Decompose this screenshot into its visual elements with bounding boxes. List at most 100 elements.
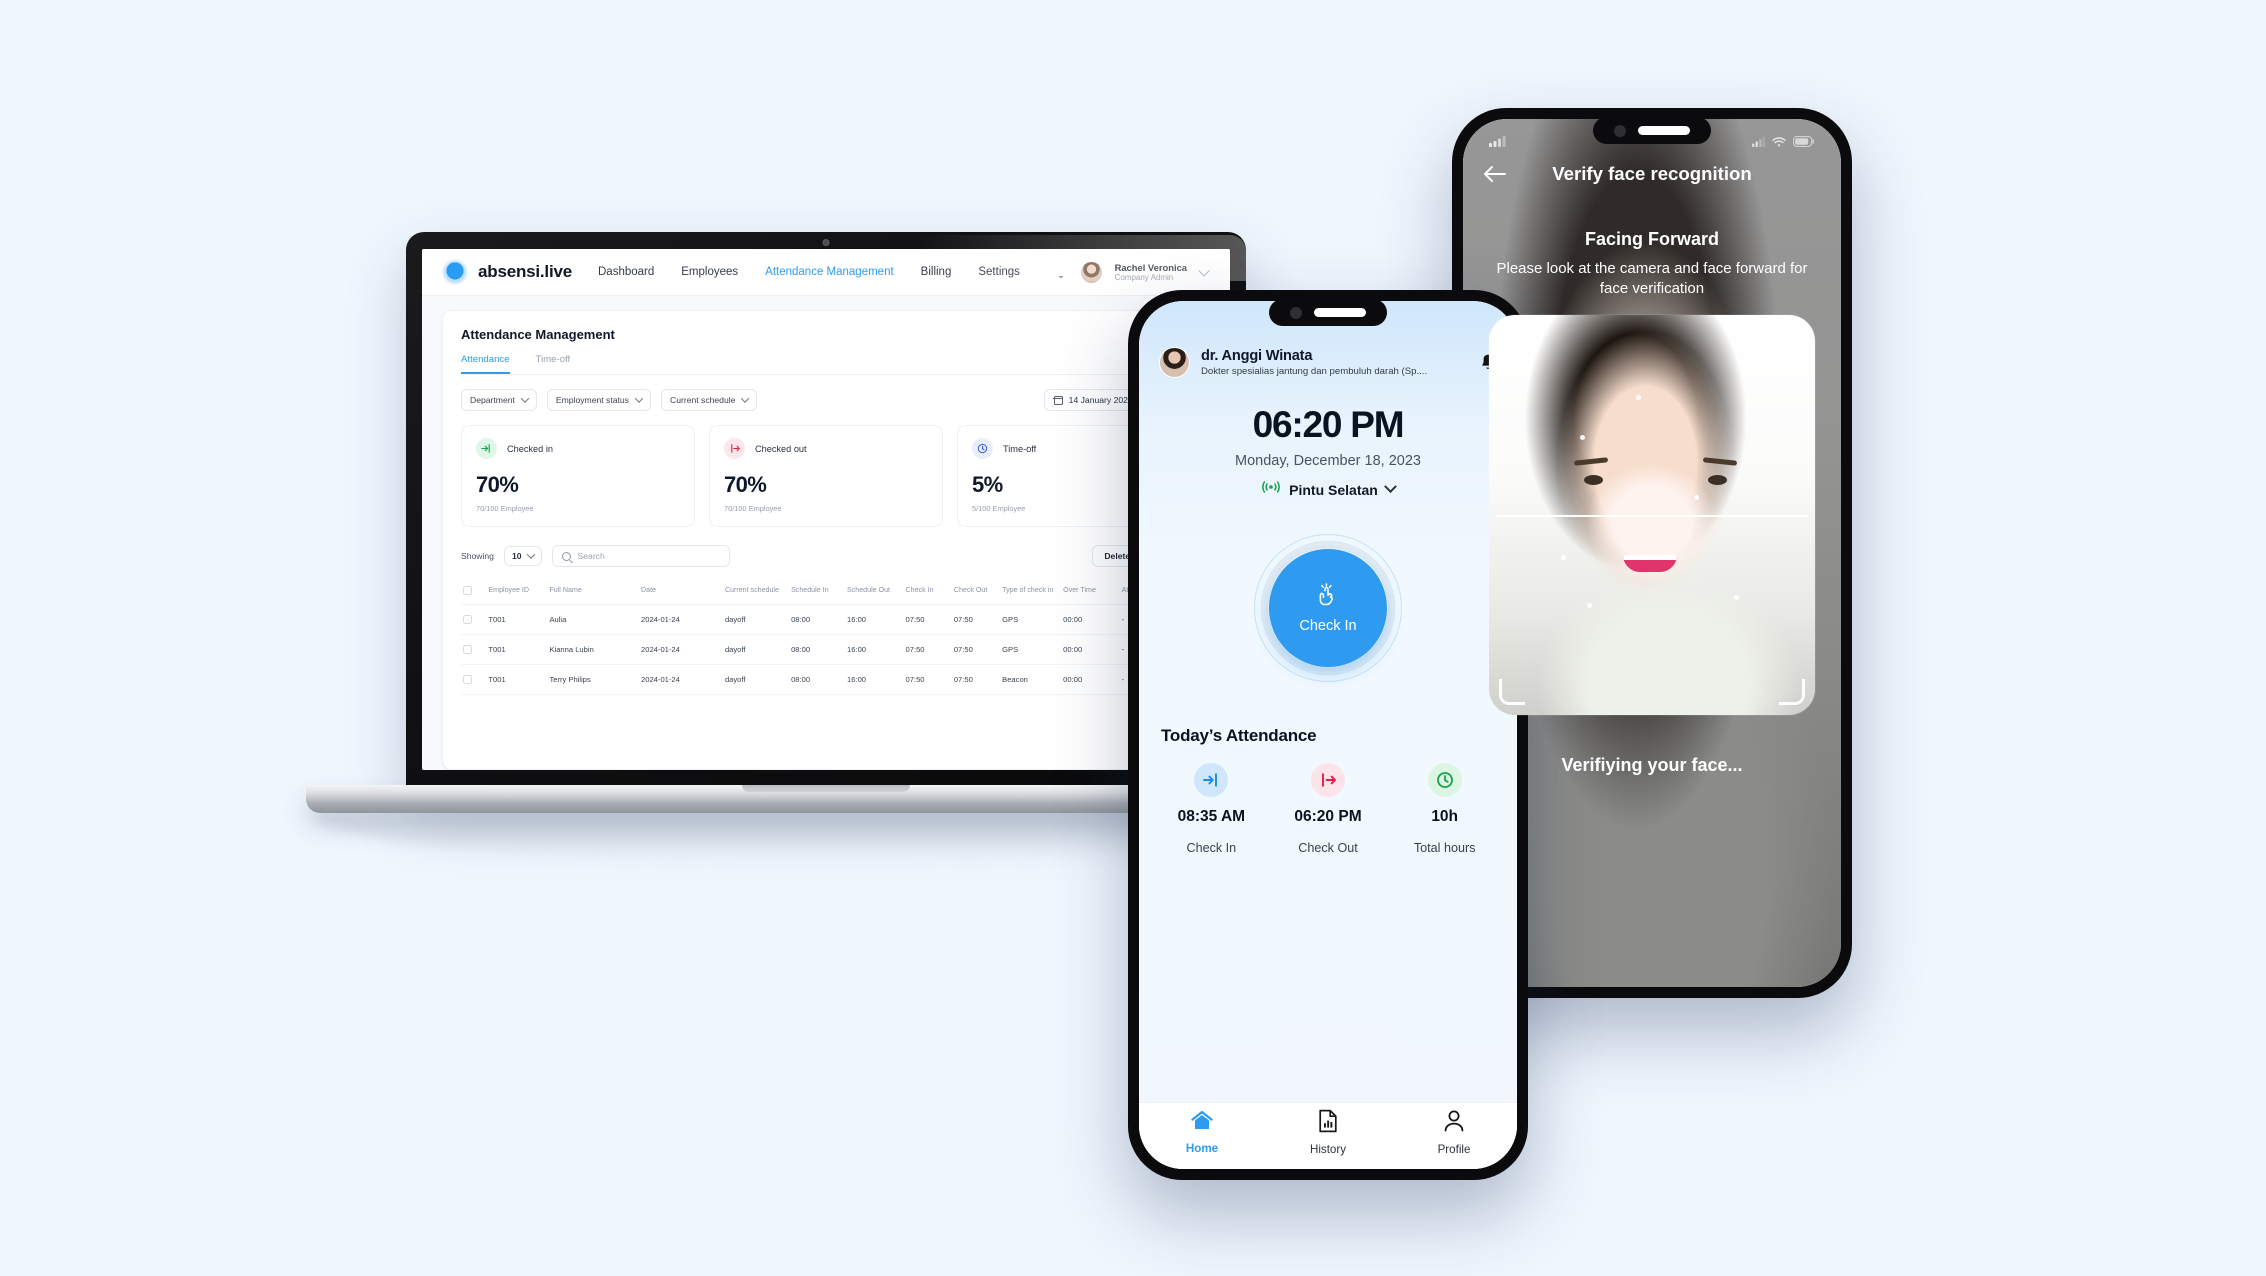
document-chart-icon xyxy=(1317,1109,1339,1138)
cell-check-out: 07:50 xyxy=(951,664,1001,696)
search-placeholder: Search xyxy=(577,551,605,561)
filter-department-label: Department xyxy=(470,395,515,405)
tab-profile-label: Profile xyxy=(1437,1142,1471,1156)
select-all-checkbox[interactable] xyxy=(463,586,472,595)
table-body: T001 Aulia 2024-01-24 dayoff 08:00 16:00… xyxy=(461,604,1191,696)
col-current-schedule: Current schedule xyxy=(722,579,790,606)
topbar-right: Rachel Veronica Company Admin xyxy=(1054,261,1210,283)
login-icon xyxy=(476,438,497,459)
face-instruction-text: Please look at the camera and face forwa… xyxy=(1496,260,1808,298)
chevron-down-icon xyxy=(1383,480,1397,494)
face-mesh-dot xyxy=(1586,603,1592,608)
nav-item-settings[interactable]: Settings xyxy=(978,266,1020,278)
cell-schedule-out: 16:00 xyxy=(845,604,904,636)
table-row[interactable]: T001 Kianna Lubin 2024-01-24 dayoff 08:0… xyxy=(461,634,1191,666)
face-brow-right xyxy=(1702,457,1737,466)
stat-label: Check In xyxy=(1186,841,1237,855)
card-label: Checked out xyxy=(755,443,807,454)
profile-text: dr. Anggi Winata Dokter spesialias jantu… xyxy=(1201,348,1468,377)
stat-value: 08:35 AM xyxy=(1177,808,1246,825)
row-checkbox[interactable] xyxy=(463,615,472,625)
current-date: Monday, December 18, 2023 xyxy=(1235,453,1421,469)
col-schedule-in: Schedule In xyxy=(789,579,846,606)
col-over-time: Over Time xyxy=(1061,579,1120,606)
table-row[interactable]: T001 Terry Philips 2024-01-24 dayoff 08:… xyxy=(461,664,1191,696)
scan-corner-top-right-icon xyxy=(1779,325,1805,351)
tab-attendance[interactable]: Attendance xyxy=(461,354,510,374)
clock-icon xyxy=(972,438,993,459)
cell-current-schedule: dayoff xyxy=(722,664,790,696)
face-status-text: Verifiying your face... xyxy=(1561,755,1743,775)
card-value: 70% xyxy=(724,472,767,497)
user-avatar xyxy=(1080,261,1102,283)
filter-current-schedule[interactable]: Current schedule xyxy=(660,389,758,411)
cell-current-schedule: dayoff xyxy=(722,634,790,666)
face-header: Verify face recognition xyxy=(1463,163,1841,185)
speaker-grill xyxy=(1638,126,1690,135)
row-checkbox[interactable] xyxy=(463,675,472,685)
nav-item-employees[interactable]: Employees xyxy=(681,266,738,278)
check-in-button[interactable]: Check In xyxy=(1269,549,1387,667)
filter-department[interactable]: Department xyxy=(461,389,537,411)
nav-item-attendance-management[interactable]: Attendance Management xyxy=(765,266,894,278)
table-controls: Showing 10 Search Delete Attendance xyxy=(461,545,1191,567)
location-selector[interactable]: Pintu Selatan xyxy=(1139,479,1517,500)
cell-type-of-check-in: Beacon xyxy=(1000,664,1062,696)
row-checkbox[interactable] xyxy=(463,645,472,655)
table-row[interactable]: T001 Aulia 2024-01-24 dayoff 08:00 16:00… xyxy=(461,604,1191,636)
stat-label: Check Out xyxy=(1298,841,1358,855)
face-eyes xyxy=(1573,457,1737,495)
tab-history-label: History xyxy=(1309,1142,1347,1156)
phone-attendance-app: dr. Anggi Winata Dokter spesialias jantu… xyxy=(1128,290,1528,1180)
tab-time-off[interactable]: Time-off xyxy=(536,354,571,374)
user-identity: Rachel Veronica Company Admin xyxy=(1115,262,1187,283)
filter-employment-status[interactable]: Employment status xyxy=(546,389,651,411)
tab-history[interactable]: History xyxy=(1265,1109,1391,1156)
nav-item-billing[interactable]: Billing xyxy=(921,266,952,278)
beacon-signal-icon xyxy=(1261,479,1281,500)
stat-value: 06:20 PM xyxy=(1294,808,1362,825)
cell-full-name: Kianna Lubin xyxy=(547,634,640,666)
profile-name: dr. Anggi Winata xyxy=(1201,348,1313,364)
brand-logo-icon xyxy=(444,261,466,283)
desktop-body: Attendance Management Attendance Time-of… xyxy=(422,296,1230,770)
tab-profile[interactable]: Profile xyxy=(1391,1109,1517,1156)
face-instruction-heading: Facing Forward xyxy=(1584,229,1719,249)
cell-schedule-in: 08:00 xyxy=(789,664,846,696)
notification-bell-icon[interactable] xyxy=(1054,264,1068,280)
card-value: 70% xyxy=(476,472,519,497)
laptop-mockup: absensi.live Dashboard Employees Attenda… xyxy=(306,232,1346,865)
cell-employee-id: T001 xyxy=(486,634,548,666)
search-input[interactable]: Search xyxy=(551,545,730,567)
check-in-ring-outer: Check In xyxy=(1254,534,1402,682)
card-checked-in: Checked in 70% 70/100 Employee xyxy=(461,425,695,527)
stat-value: 10h xyxy=(1431,808,1459,825)
cell-current-schedule: dayoff xyxy=(722,604,790,636)
cell-full-name: Aulia xyxy=(547,604,640,636)
col-check-out: Check Out xyxy=(951,579,1001,606)
desktop-topbar: absensi.live Dashboard Employees Attenda… xyxy=(422,249,1230,296)
row-checkbox-cell xyxy=(461,634,487,666)
attendance-stats: 08:35 AM Check In 06:20 PM Check Out 10h… xyxy=(1139,763,1517,855)
col-full-name: Full Name xyxy=(547,579,640,606)
user-menu-chevron-down-icon[interactable] xyxy=(1198,264,1210,277)
summary-cards: Checked in 70% 70/100 Employee Checked o… xyxy=(461,425,1191,527)
profile-role: Dokter spesialias jantung dan pembuluh d… xyxy=(1201,366,1428,377)
attendance-panel: Attendance Management Attendance Time-of… xyxy=(442,310,1210,770)
card-checked-out: Checked out 70% 70/100 Employee xyxy=(709,425,943,527)
scan-corner-bottom-right-icon xyxy=(1779,679,1805,705)
speaker-grill xyxy=(1314,308,1366,317)
tab-home-label: Home xyxy=(1185,1141,1219,1155)
face-eye-left xyxy=(1583,475,1603,485)
nav-item-dashboard[interactable]: Dashboard xyxy=(598,266,654,278)
stat-check-out: 06:20 PM Check Out xyxy=(1270,763,1387,855)
stat-total-hours: 10h Total hours xyxy=(1386,763,1503,855)
tab-home[interactable]: Home xyxy=(1139,1110,1265,1155)
card-header: Checked in xyxy=(476,438,680,459)
signal-bars-icon xyxy=(1752,134,1765,152)
avatar[interactable] xyxy=(1159,347,1190,378)
page-size-select[interactable]: 10 xyxy=(503,546,542,566)
cell-check-out: 07:50 xyxy=(951,634,1001,666)
main-nav: Dashboard Employees Attendance Managemen… xyxy=(598,266,1020,278)
face-screen-title: Verify face recognition xyxy=(1552,163,1752,184)
